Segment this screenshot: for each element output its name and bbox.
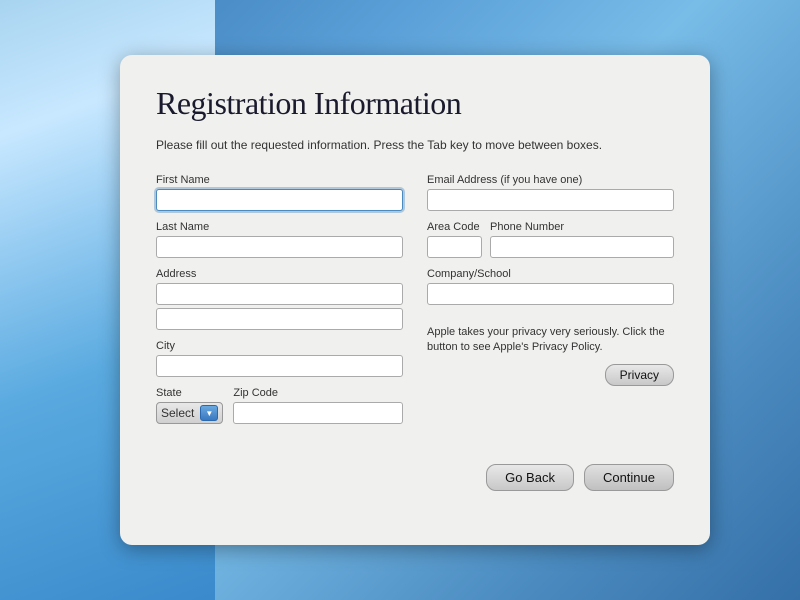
first-name-group: First Name <box>156 174 403 211</box>
state-select-text: Select <box>161 406 194 420</box>
area-code-label: Area Code <box>427 221 482 233</box>
state-zip-row: State Select Zip Code <box>156 387 403 424</box>
address-inputs <box>156 283 403 330</box>
phone-input[interactable] <box>490 236 674 258</box>
email-input[interactable] <box>427 189 674 211</box>
phone-number-group: Phone Number <box>490 221 674 258</box>
company-group: Company/School <box>427 268 674 305</box>
continue-button[interactable]: Continue <box>584 464 674 491</box>
zip-input[interactable] <box>233 402 403 424</box>
city-label: City <box>156 340 403 352</box>
last-name-label: Last Name <box>156 221 403 233</box>
phone-group: Area Code Phone Number <box>427 221 674 258</box>
go-back-button[interactable]: Go Back <box>486 464 574 491</box>
privacy-section: Apple takes your privacy very seriously.… <box>427 325 674 386</box>
company-label: Company/School <box>427 268 674 280</box>
company-input[interactable] <box>427 283 674 305</box>
area-code-group: Area Code <box>427 221 482 258</box>
email-label: Email Address (if you have one) <box>427 174 674 186</box>
dropdown-arrow-icon <box>200 405 218 421</box>
left-column: First Name Last Name Address City <box>156 174 403 424</box>
state-label: State <box>156 387 223 399</box>
address-label: Address <box>156 268 403 280</box>
privacy-text: Apple takes your privacy very seriously.… <box>427 325 674 356</box>
state-group: State Select <box>156 387 223 424</box>
email-group: Email Address (if you have one) <box>427 174 674 211</box>
first-name-label: First Name <box>156 174 403 186</box>
first-name-input[interactable] <box>156 189 403 211</box>
form-layout: First Name Last Name Address City <box>156 174 674 424</box>
registration-card: Registration Information Please fill out… <box>120 55 710 545</box>
address-group: Address <box>156 268 403 330</box>
phone-row: Area Code Phone Number <box>427 221 674 258</box>
bottom-bar: Go Back Continue <box>156 448 674 491</box>
right-column: Email Address (if you have one) Area Cod… <box>427 174 674 424</box>
last-name-input[interactable] <box>156 236 403 258</box>
city-input[interactable] <box>156 355 403 377</box>
zip-group: Zip Code <box>233 387 403 424</box>
address2-input[interactable] <box>156 308 403 330</box>
privacy-button[interactable]: Privacy <box>605 364 674 386</box>
page-title: Registration Information <box>156 85 674 122</box>
last-name-group: Last Name <box>156 221 403 258</box>
area-code-input[interactable] <box>427 236 482 258</box>
phone-label: Phone Number <box>490 221 674 233</box>
state-select[interactable]: Select <box>156 402 223 424</box>
instructions-text: Please fill out the requested informatio… <box>156 136 674 154</box>
address1-input[interactable] <box>156 283 403 305</box>
city-group: City <box>156 340 403 377</box>
zip-label: Zip Code <box>233 387 403 399</box>
